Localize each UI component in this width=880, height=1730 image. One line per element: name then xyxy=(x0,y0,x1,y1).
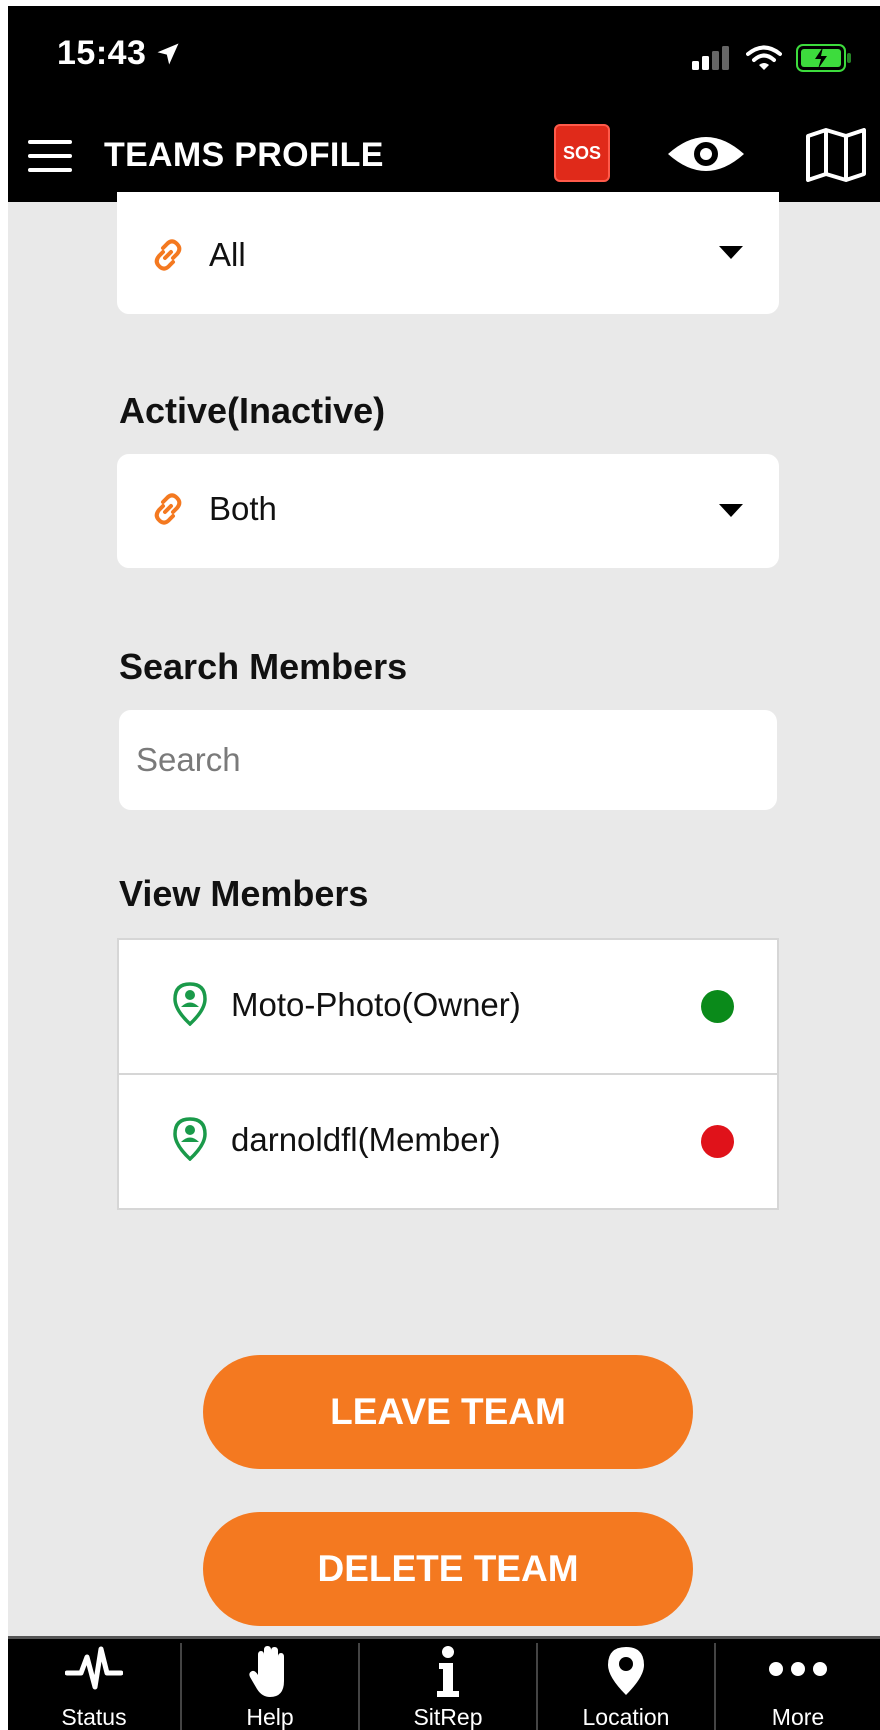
tab-help[interactable]: Help xyxy=(182,1639,358,1730)
members-list: Moto-Photo(Owner) darnoldfl(Member) xyxy=(117,938,779,1210)
status-time: 15:43 xyxy=(57,34,147,72)
tab-sitrep[interactable]: SitRep xyxy=(360,1639,536,1730)
chevron-down-icon xyxy=(719,504,743,517)
map-pin-icon xyxy=(608,1647,644,1695)
team-filter-value: All xyxy=(209,236,246,273)
user-pin-icon xyxy=(173,982,207,1026)
location-arrow-icon xyxy=(157,43,179,65)
tab-location[interactable]: Location xyxy=(538,1639,714,1730)
tab-label: Help xyxy=(246,1704,294,1730)
tab-label: Location xyxy=(582,1704,670,1730)
hand-icon xyxy=(249,1646,284,1697)
app-screen: 15:43 TEAMS PROFILE SOS All Active(Inact… xyxy=(8,6,880,1730)
tab-label: More xyxy=(771,1704,825,1730)
search-members-label: Search Members xyxy=(119,646,408,687)
battery-icon xyxy=(796,44,851,72)
status-indicators xyxy=(692,44,852,72)
user-pin-icon xyxy=(173,1117,207,1161)
member-name: darnoldfl(Member) xyxy=(231,1121,501,1158)
list-item[interactable]: Moto-Photo(Owner) xyxy=(119,940,777,1075)
menu-icon[interactable] xyxy=(28,140,72,174)
link-icon xyxy=(154,239,182,271)
signal-icon xyxy=(692,46,729,70)
tab-status[interactable]: Status xyxy=(8,1639,180,1730)
app-header: TEAMS PROFILE SOS xyxy=(8,106,880,202)
eye-icon[interactable] xyxy=(666,134,746,174)
active-filter-dropdown[interactable]: Both xyxy=(117,454,779,568)
tab-label: Status xyxy=(61,1704,127,1730)
sos-button[interactable]: SOS xyxy=(554,124,610,182)
wifi-icon xyxy=(746,45,782,70)
active-filter-value: Both xyxy=(209,490,277,527)
status-offline-indicator xyxy=(701,1125,734,1158)
member-name: Moto-Photo(Owner) xyxy=(231,986,521,1023)
status-online-indicator xyxy=(701,990,734,1023)
leave-team-button[interactable]: LEAVE TEAM xyxy=(203,1355,693,1469)
tab-more[interactable]: More xyxy=(716,1639,880,1730)
link-icon xyxy=(154,493,182,525)
list-item[interactable]: darnoldfl(Member) xyxy=(119,1075,777,1208)
status-bar: 15:43 xyxy=(8,6,880,106)
search-input[interactable] xyxy=(119,710,777,810)
bottom-tab-bar: Status Help SitRep Location More xyxy=(8,1636,880,1730)
page-title: TEAMS PROFILE xyxy=(104,136,384,174)
view-members-label: View Members xyxy=(119,873,369,914)
active-filter-label: Active(Inactive) xyxy=(119,390,386,431)
activity-icon xyxy=(65,1646,123,1690)
team-filter-dropdown[interactable]: All xyxy=(117,192,779,314)
delete-team-button[interactable]: DELETE TEAM xyxy=(203,1512,693,1626)
map-icon[interactable] xyxy=(806,128,866,182)
chevron-down-icon xyxy=(719,246,743,259)
tab-label: SitRep xyxy=(413,1704,483,1730)
more-icon xyxy=(769,1662,827,1676)
info-icon xyxy=(437,1646,459,1697)
